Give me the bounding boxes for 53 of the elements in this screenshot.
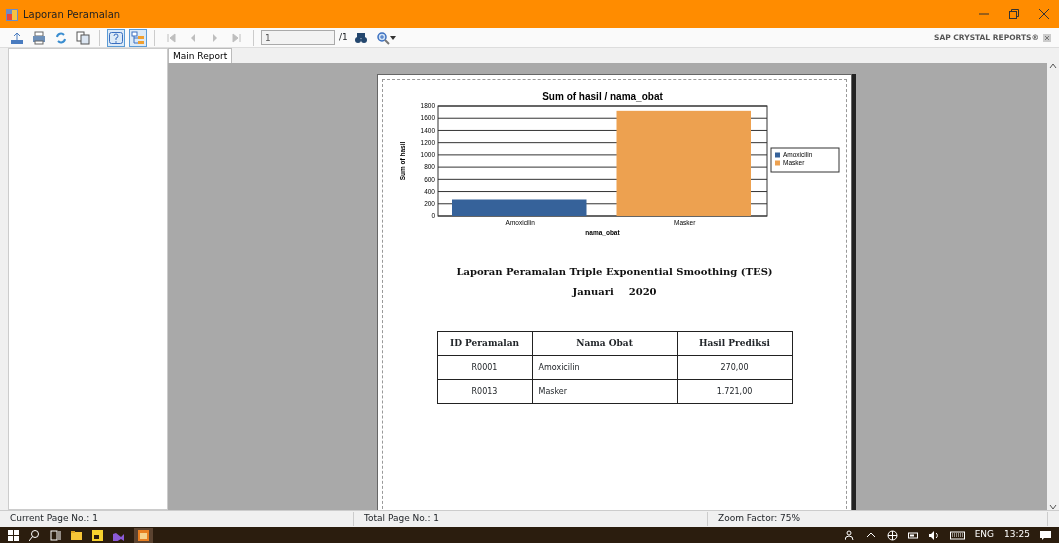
- task-view-icon[interactable]: [50, 529, 61, 541]
- refresh-icon: [54, 30, 68, 45]
- page-number-field[interactable]: 1: [261, 30, 335, 45]
- group-tree-icon: [131, 30, 145, 45]
- find-icon: [353, 30, 368, 45]
- table-cell: R0013: [437, 379, 532, 404]
- table-cell: 1.721,00: [677, 379, 792, 404]
- people-icon[interactable]: [844, 529, 856, 541]
- start-icon[interactable]: [8, 529, 19, 541]
- table-cell: Masker: [532, 379, 677, 404]
- globe-icon[interactable]: [886, 529, 898, 541]
- scrollbar[interactable]: [1047, 63, 1059, 510]
- column-header: Nama Obat: [532, 331, 677, 356]
- language-indicator[interactable]: ENG: [974, 528, 995, 542]
- column-header: Hasil Prediksi: [677, 331, 792, 356]
- notification-icon[interactable]: [1040, 529, 1051, 541]
- close-icon[interactable]: [1039, 9, 1049, 19]
- folder-icon[interactable]: [71, 529, 82, 541]
- table-cell: R0001: [437, 355, 532, 380]
- app-icon: [6, 8, 18, 21]
- help-button[interactable]: [107, 28, 125, 47]
- page-total: /1: [339, 30, 348, 44]
- search-icon[interactable]: [29, 529, 40, 541]
- help-icon: [109, 30, 123, 45]
- scroll-up-icon: [1049, 63, 1057, 69]
- report-heading: Laporan Peramalan Triple Exponential Smoothing (TES): [456, 265, 773, 279]
- battery-icon[interactable]: [907, 529, 919, 541]
- status-text: Current Page No.: 1: [10, 513, 98, 524]
- print-button[interactable]: [30, 28, 48, 47]
- volume-icon[interactable]: [928, 529, 940, 541]
- column-header: ID Peramalan: [437, 331, 532, 356]
- clock-text[interactable]: 13:25: [1004, 528, 1030, 542]
- report-tab[interactable]: Main Report: [168, 48, 233, 63]
- export-icon: [10, 30, 24, 45]
- report-period: 2020: [628, 285, 657, 299]
- table-cell: 270,00: [677, 355, 792, 380]
- restore-icon[interactable]: [1009, 9, 1019, 19]
- legend-box: [770, 147, 839, 173]
- caret-icon: [389, 35, 396, 40]
- group-tree-button[interactable]: [129, 28, 147, 47]
- report-period: Januari: [572, 285, 614, 299]
- keyboard-icon[interactable]: [949, 529, 965, 541]
- zoom-icon: [375, 30, 390, 45]
- chart-title: Sum of hasil / nama_obat: [541, 91, 663, 102]
- report-app-icon[interactable]: [138, 529, 149, 541]
- window-title: Laporan Peramalan: [23, 7, 121, 22]
- scroll-down-icon: [1049, 504, 1057, 510]
- status-text: Total Page No.: 1: [364, 513, 440, 524]
- table-cell: Amoxicilin: [532, 355, 677, 380]
- status-text: Zoom Factor: 75%: [718, 513, 801, 524]
- note-icon[interactable]: [92, 529, 103, 541]
- close-panel-icon[interactable]: [1043, 33, 1051, 42]
- copy-button[interactable]: [74, 28, 92, 47]
